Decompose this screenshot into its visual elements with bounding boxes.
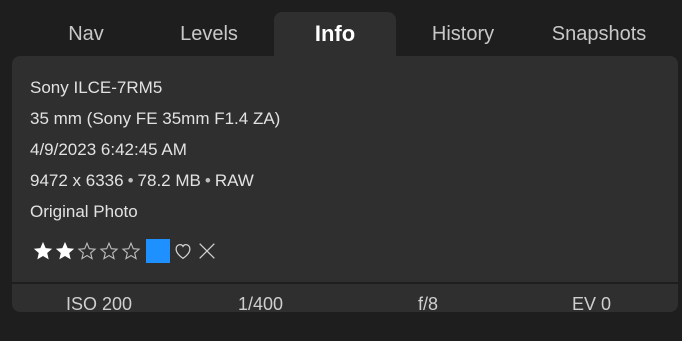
info-panel-window: Nav Levels Info History Snapshots Sony I… — [0, 0, 682, 341]
photo-state: Original Photo — [30, 202, 138, 221]
shutter-speed: 1/400 — [238, 294, 284, 314]
lens-info: 35 mm (Sony FE 35mm F1.4 ZA) — [30, 109, 281, 128]
capture-datetime: 4/9/2023 6:42:45 AM — [30, 140, 187, 159]
exposure-footer: ISO 200 1/400 f/8 EV 0 — [12, 284, 678, 314]
tab-nav[interactable]: Nav — [32, 12, 140, 56]
file-format: RAW — [214, 171, 254, 190]
star-filled-icon[interactable] — [32, 240, 54, 262]
star-outline-icon[interactable] — [98, 240, 120, 262]
iso-value: ISO 200 — [66, 294, 133, 314]
exposure-value: EV 0 — [572, 294, 612, 314]
metadata-list: Sony ILCE-7RM5 35 mm (Sony FE 35mm F1.4 … — [30, 78, 280, 233]
separator-dot: • — [127, 171, 134, 190]
image-dimensions: 9472 x 6336 — [30, 171, 124, 190]
reject-x-icon[interactable] — [196, 240, 218, 262]
info-content-panel: Sony ILCE-7RM5 35 mm (Sony FE 35mm F1.4 … — [12, 56, 678, 314]
tab-info[interactable]: Info — [274, 12, 396, 56]
tab-levels[interactable]: Levels — [152, 12, 266, 56]
tab-history[interactable]: History — [404, 12, 522, 56]
camera-model: Sony ILCE-7RM5 — [30, 78, 163, 97]
aperture-value: f/8 — [418, 294, 439, 314]
heart-outline-icon[interactable] — [172, 240, 194, 262]
star-outline-icon[interactable] — [76, 240, 98, 262]
separator-dot: • — [204, 171, 211, 190]
rating-row — [32, 238, 218, 264]
color-label-swatch[interactable] — [146, 239, 170, 263]
file-details: 9472 x 6336 • 78.2 MB • RAW — [30, 171, 280, 202]
file-size: 78.2 MB — [137, 171, 201, 190]
tab-bar: Nav Levels Info History Snapshots — [12, 12, 668, 56]
star-filled-icon[interactable] — [54, 240, 76, 262]
tab-snapshots[interactable]: Snapshots — [530, 12, 668, 56]
star-outline-icon[interactable] — [120, 240, 142, 262]
